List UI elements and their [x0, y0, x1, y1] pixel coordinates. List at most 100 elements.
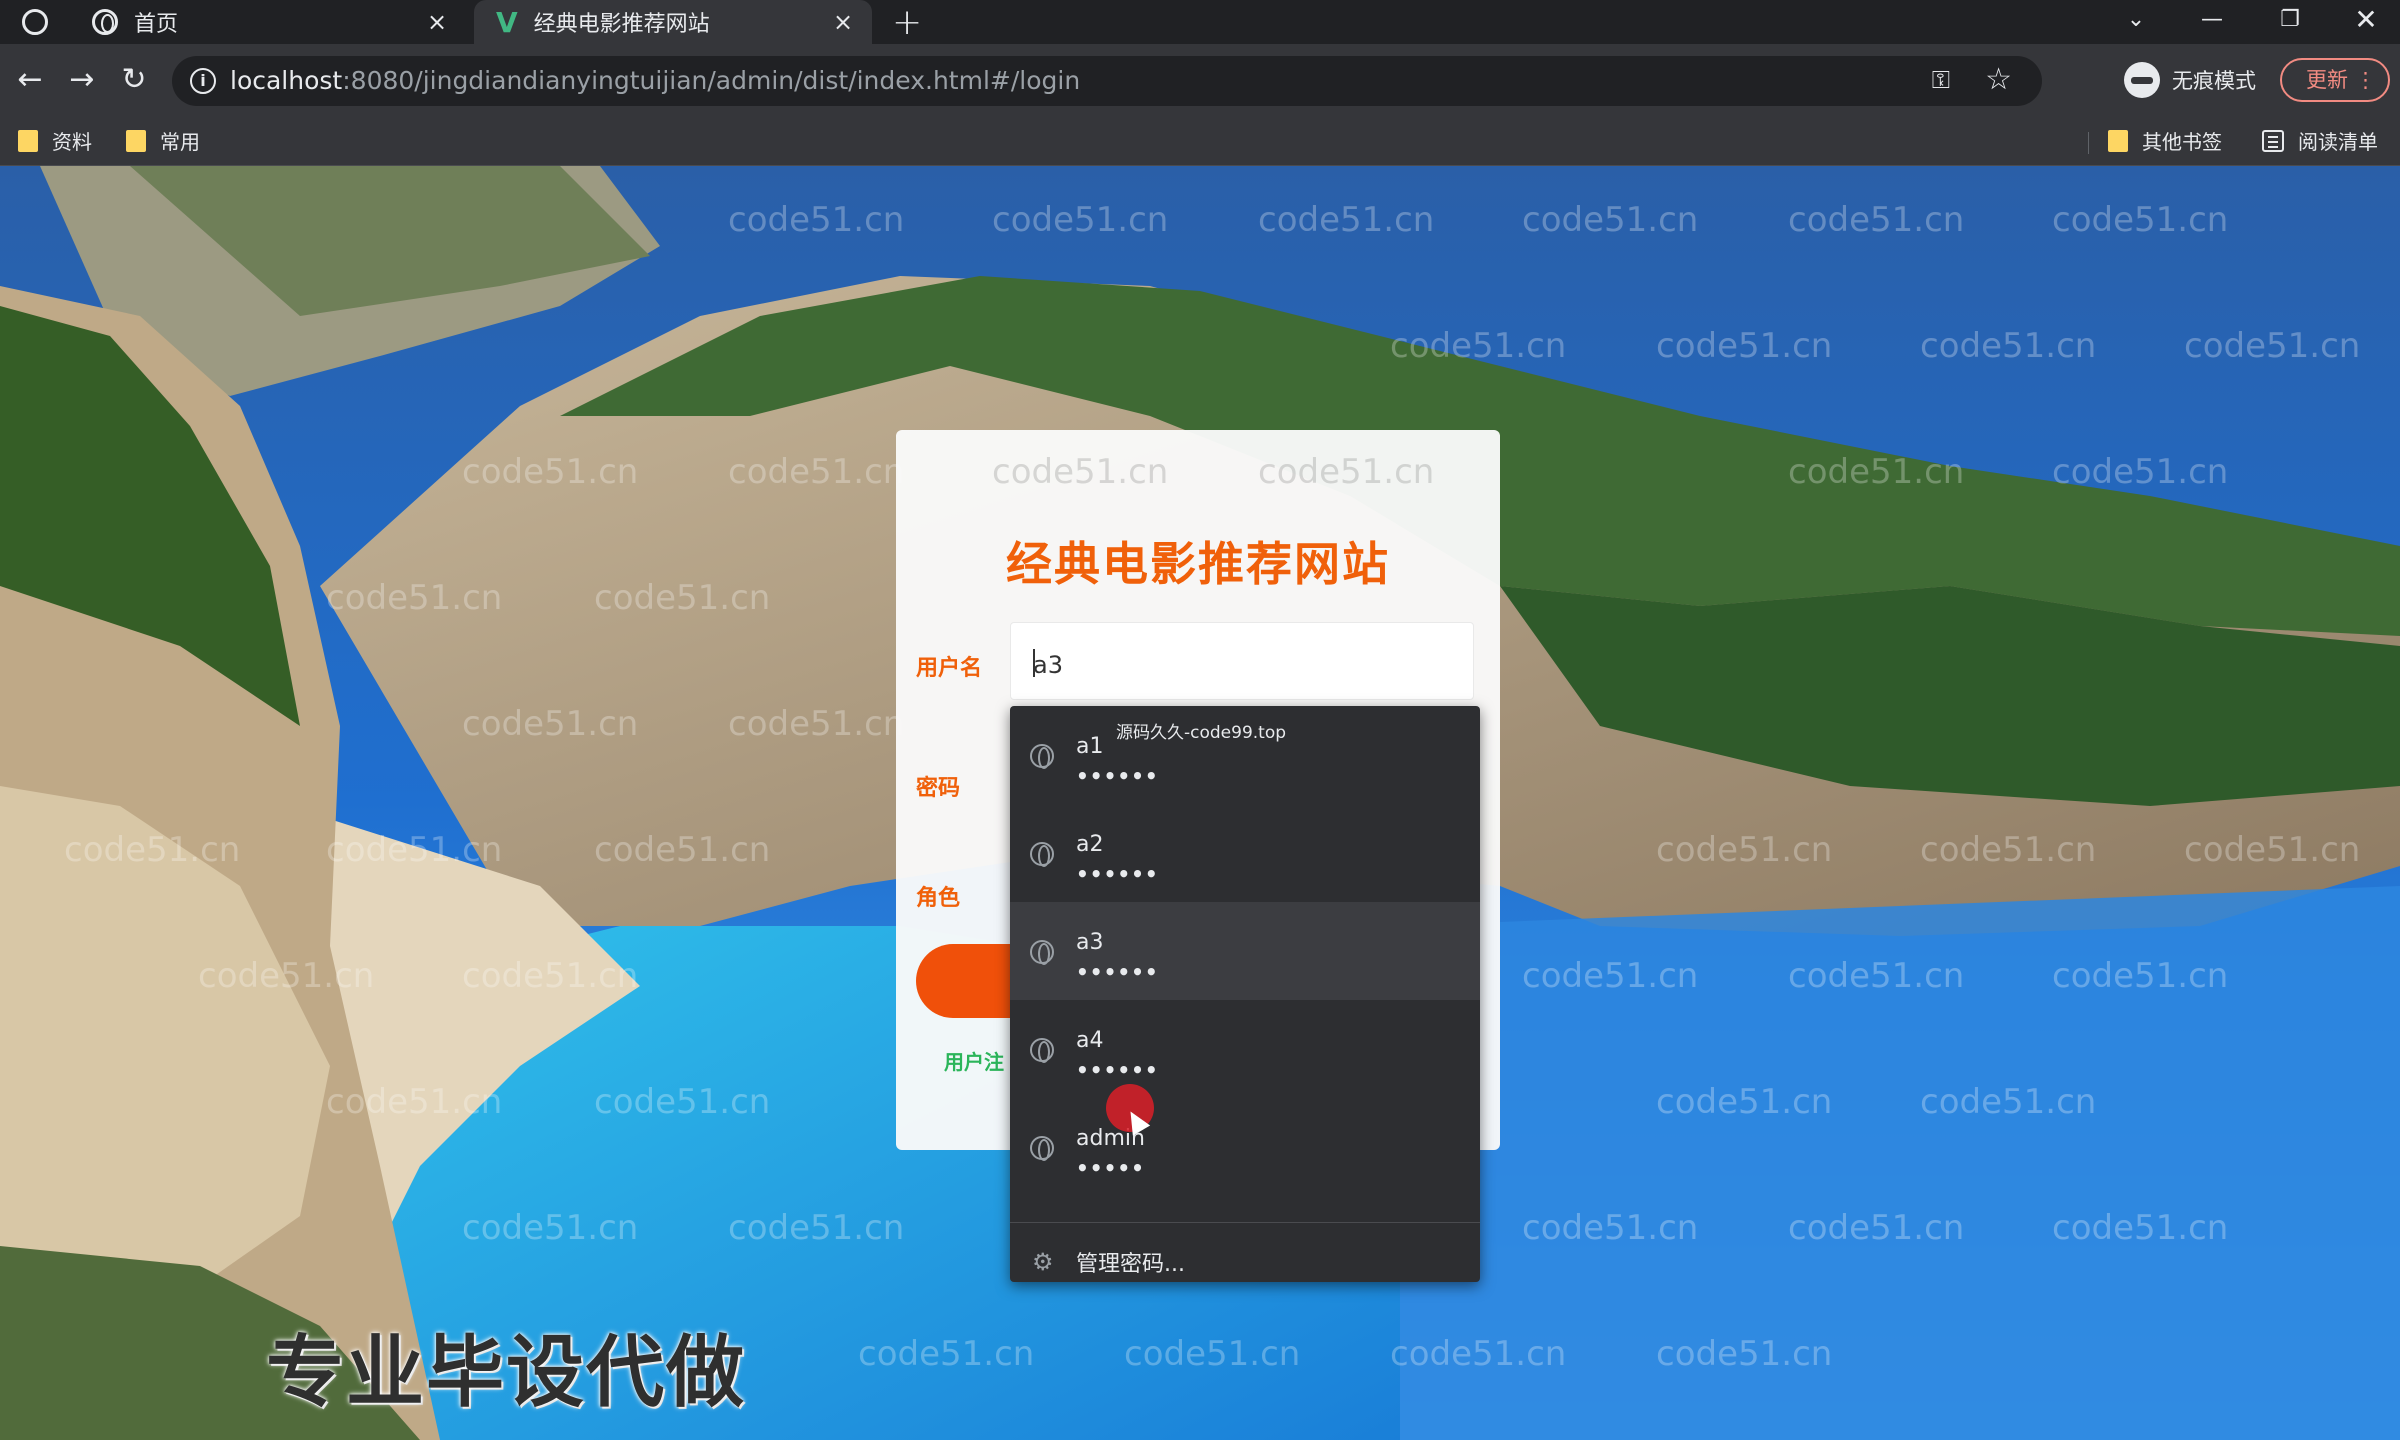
manage-passwords-item[interactable]: 管理密码... — [1076, 1246, 1185, 1278]
update-button[interactable]: 更新 ⋮ — [2280, 58, 2390, 102]
watermark: code51.cn — [2184, 830, 2361, 870]
watermark: code51.cn — [1390, 326, 1567, 366]
text-caret — [1033, 649, 1035, 677]
watermark: code51.cn — [858, 1334, 1035, 1374]
watermark: code51.cn — [1656, 830, 1833, 870]
watermark: code51.cn — [1124, 1334, 1301, 1374]
password-label: 密码 — [916, 776, 961, 801]
watermark: code51.cn — [1656, 1082, 1833, 1122]
watermark: code51.cn — [728, 1208, 905, 1248]
watermark: code51.cn — [326, 578, 503, 618]
watermark: code51.cn — [1920, 830, 2097, 870]
watermark: code51.cn — [462, 956, 639, 996]
watermark: code51.cn — [2052, 1208, 2229, 1248]
bookmark-folder-ziliao[interactable]: 资料 — [18, 126, 92, 155]
chrome-menu-icon[interactable] — [22, 9, 48, 35]
watermark: code51.cn — [594, 830, 771, 870]
new-tab-icon[interactable]: + — [892, 2, 922, 43]
incognito-icon — [2124, 62, 2160, 98]
username-value: a3 — [1033, 651, 1063, 679]
minimize-icon[interactable]: — — [2182, 0, 2242, 44]
watermark: code51.cn — [1920, 326, 2097, 366]
autofill-masked-password: •••••• — [1076, 764, 1159, 788]
watermark: code51.cn — [326, 1082, 503, 1122]
site-title: 经典电影推荐网站 — [1006, 537, 1390, 591]
browser-toolbar: ← → ↻ i localhost:8080/jingdiandianyingt… — [0, 44, 2400, 118]
reading-list-icon — [2262, 129, 2284, 152]
autofill-divider — [1010, 1222, 1480, 1223]
watermark: code51.cn — [1390, 1334, 1567, 1374]
register-link[interactable]: 用户注 — [944, 1046, 1004, 1075]
watermark: code51.cn — [326, 830, 503, 870]
forward-icon[interactable]: → — [62, 60, 102, 100]
autofill-item-a1[interactable]: a1 •••••• — [1010, 706, 1480, 804]
bookmark-folder-changyong[interactable]: 常用 — [126, 126, 200, 155]
browser-tab-bar: 首页 × V 经典电影推荐网站 × + ⌄ — ❐ ✕ — [0, 0, 2400, 44]
watermark: code51.cn — [1656, 1334, 1833, 1374]
back-icon[interactable]: ← — [10, 60, 50, 100]
reading-list[interactable]: 阅读清单 — [2262, 126, 2378, 155]
role-label: 角色 — [916, 886, 961, 911]
autofill-username: a4 — [1076, 1028, 1104, 1053]
autofill-username: a2 — [1076, 832, 1104, 857]
login-page: code51.cn code51.cn code51.cn code51.cn … — [0, 166, 2400, 1440]
watermark: code51.cn — [728, 452, 905, 492]
close-icon[interactable]: × — [422, 8, 452, 36]
folder-icon — [2108, 129, 2128, 152]
watermark: code51.cn — [594, 1082, 771, 1122]
autofill-masked-password: •••••• — [1076, 862, 1159, 886]
tab-movie-site[interactable]: V 经典电影推荐网站 × — [474, 0, 872, 44]
watermark: code51.cn — [198, 956, 375, 996]
key-icon[interactable]: ⚿ — [1932, 66, 1950, 94]
window-close-icon[interactable]: ✕ — [2336, 0, 2396, 44]
info-icon[interactable]: i — [190, 68, 216, 94]
watermark: code51.cn — [1522, 1208, 1699, 1248]
globe-icon — [1030, 842, 1054, 867]
tab-search-icon[interactable]: ⌄ — [2106, 0, 2166, 44]
watermark: code51.cn — [64, 830, 241, 870]
password-autofill-dropdown: 源码久久-code99.top a1 •••••• a2 •••••• a3 •… — [1010, 706, 1480, 1282]
watermark: code51.cn — [1788, 200, 1965, 240]
watermark: code51.cn — [1258, 200, 1435, 240]
autofill-item-a3[interactable]: a3 •••••• — [1010, 902, 1480, 1000]
watermark: code51.cn — [2184, 326, 2361, 366]
watermark: code51.cn — [462, 1208, 639, 1248]
watermark: code51.cn — [728, 200, 905, 240]
autofill-item-a2[interactable]: a2 •••••• — [1010, 804, 1480, 902]
watermark: code51.cn — [462, 704, 639, 744]
watermark: code51.cn — [1788, 1208, 1965, 1248]
autofill-item-admin[interactable]: admin ••••• — [1010, 1098, 1480, 1196]
address-bar[interactable]: i localhost:8080/jingdiandianyingtuijian… — [172, 56, 2042, 106]
watermark: code51.cn — [462, 452, 639, 492]
folder-icon — [126, 129, 146, 152]
watermark: code51.cn — [2052, 956, 2229, 996]
watermark: code51.cn — [1258, 452, 1435, 492]
url-text[interactable]: localhost:8080/jingdiandianyingtuijian/a… — [230, 66, 1080, 95]
bookmark-star-icon[interactable]: ☆ — [1985, 62, 2012, 97]
close-icon[interactable]: × — [828, 8, 858, 36]
watermark: code51.cn — [992, 200, 1169, 240]
bookmarks-bar: 资料 常用 其他书签 阅读清单 — [0, 118, 2400, 166]
watermark: code51.cn — [1522, 200, 1699, 240]
autofill-item-a4[interactable]: a4 •••••• — [1010, 1000, 1480, 1098]
globe-icon — [1030, 744, 1054, 769]
watermark: code51.cn — [1522, 956, 1699, 996]
username-label: 用户名 — [916, 656, 983, 681]
reload-icon[interactable]: ↻ — [114, 60, 154, 100]
tab-label: 首页 — [134, 12, 179, 37]
restore-icon[interactable]: ❐ — [2260, 0, 2320, 44]
tab-home[interactable]: 首页 × — [70, 0, 466, 44]
incognito-indicator[interactable]: 无痕模式 — [2124, 62, 2256, 98]
autofill-username: a3 — [1076, 930, 1104, 955]
watermark: code51.cn — [728, 704, 905, 744]
watermark: code51.cn — [594, 578, 771, 618]
autofill-masked-password: •••••• — [1076, 1058, 1159, 1082]
promo-caption: 专业毕设代做 — [266, 1328, 747, 1418]
username-input[interactable]: a3 — [1010, 622, 1474, 700]
watermark: code51.cn — [992, 452, 1169, 492]
incognito-label: 无痕模式 — [2172, 69, 2256, 93]
autofill-masked-password: •••••• — [1076, 960, 1159, 984]
globe-icon — [1030, 940, 1054, 965]
other-bookmarks[interactable]: 其他书签 — [2108, 126, 2222, 155]
watermark: code51.cn — [1920, 1082, 2097, 1122]
